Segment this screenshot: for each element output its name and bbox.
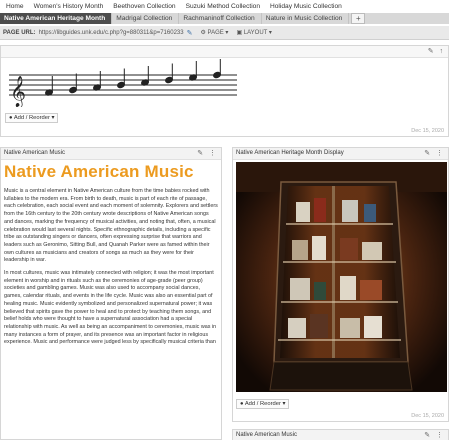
box-title: Native American Music [4, 150, 66, 156]
page-url-label: PAGE URL: [3, 29, 36, 36]
tab-holiday-music-collection[interactable]: Holiday Music Collection [266, 1, 348, 12]
box-tools[interactable]: ✎ ↑ [428, 47, 445, 55]
box-tools[interactable]: ✎ ⋮ [424, 149, 445, 157]
tab-row-secondary: Native American Heritage Month Madrigal … [0, 13, 449, 24]
tab-nature-in-music-collection[interactable]: Nature in Music Collection [262, 13, 350, 24]
article-paragraph-2: In most cultures, music was intimately c… [4, 270, 217, 346]
chevron-down-icon: ▾ [51, 115, 55, 121]
box-tools[interactable]: ✎ ⋮ [197, 149, 218, 157]
music-staff-box: ✎ ↑ 𝄞 ● Add / Reorder ▾ Dec 15, 2020 [0, 45, 449, 137]
page-menu[interactable]: ⚙ PAGE ▾ [200, 29, 228, 36]
box-header: Native American Music ✎ ⋮ [233, 430, 448, 440]
box-tools[interactable]: ✎ ⋮ [424, 431, 445, 439]
add-reorder-label: Add / Reorder [13, 115, 50, 121]
music-staff-image: 𝄞 [9, 59, 237, 107]
add-reorder-button[interactable]: ● Add / Reorder ▾ [236, 399, 290, 409]
add-reorder-label: Add / Reorder [244, 401, 281, 407]
plus-icon: ● [9, 115, 13, 121]
chevron-down-icon: ▾ [225, 30, 229, 36]
article-content: Native American Music Music is a central… [4, 162, 218, 440]
box-header: Native American Music ✎ ⋮ [1, 148, 221, 160]
tab-row-primary: Home Women's History Month Beethoven Col… [0, 1, 449, 12]
layout-menu-label: LAYOUT [243, 30, 268, 36]
tab-native-american-heritage-month[interactable]: Native American Heritage Month [0, 13, 113, 24]
box-title: Native American Heritage Month Display [236, 150, 344, 156]
heritage-month-display-box: Native American Heritage Month Display ✎… [232, 147, 449, 422]
layout-menu[interactable]: ▣ LAYOUT ▾ [236, 29, 271, 36]
tab-home[interactable]: Home [2, 1, 30, 12]
display-case-photo [236, 162, 447, 392]
tab-rachmaninoff-collection[interactable]: Rachmaninoff Collection [179, 13, 262, 24]
page-url-value[interactable]: https://libguides.unk.edu/c.php?g=880311… [39, 30, 184, 36]
tab-beethoven-collection[interactable]: Beethoven Collection [109, 1, 182, 12]
box-header: Native American Heritage Month Display ✎… [233, 148, 448, 160]
box-header: ✎ ↑ [1, 46, 448, 58]
page-menu-label: PAGE [207, 30, 224, 36]
tab-madrigal-collection[interactable]: Madrigal Collection [112, 13, 180, 24]
chevron-down-icon: ▾ [282, 401, 286, 407]
page-url-bar: PAGE URL: https://libguides.unk.edu/c.ph… [0, 26, 449, 40]
layout-icon: ▣ [236, 30, 243, 36]
tab-womens-history-month[interactable]: Women's History Month [29, 1, 110, 12]
last-updated-date: Dec 15, 2020 [411, 128, 444, 134]
add-reorder-button[interactable]: ● Add / Reorder ▾ [5, 113, 59, 123]
chevron-down-icon: ▾ [268, 30, 272, 36]
native-american-music-box-2: Native American Music ✎ ⋮ [232, 429, 449, 440]
add-page-button[interactable]: + [351, 13, 366, 24]
article-paragraph-1: Music is a central element in Native Ame… [4, 188, 218, 264]
gear-icon: ⚙ [200, 30, 206, 36]
box-title: Native American Music [236, 432, 298, 438]
pencil-icon[interactable]: ✎ [187, 29, 193, 37]
article-heading: Native American Music [4, 162, 194, 181]
treble-clef-icon: 𝄞 [10, 75, 26, 107]
last-updated-date: Dec 15, 2020 [411, 413, 444, 419]
tab-suzuki-method-collection[interactable]: Suzuki Method Collection [181, 1, 266, 12]
plus-icon: ● [240, 401, 244, 407]
